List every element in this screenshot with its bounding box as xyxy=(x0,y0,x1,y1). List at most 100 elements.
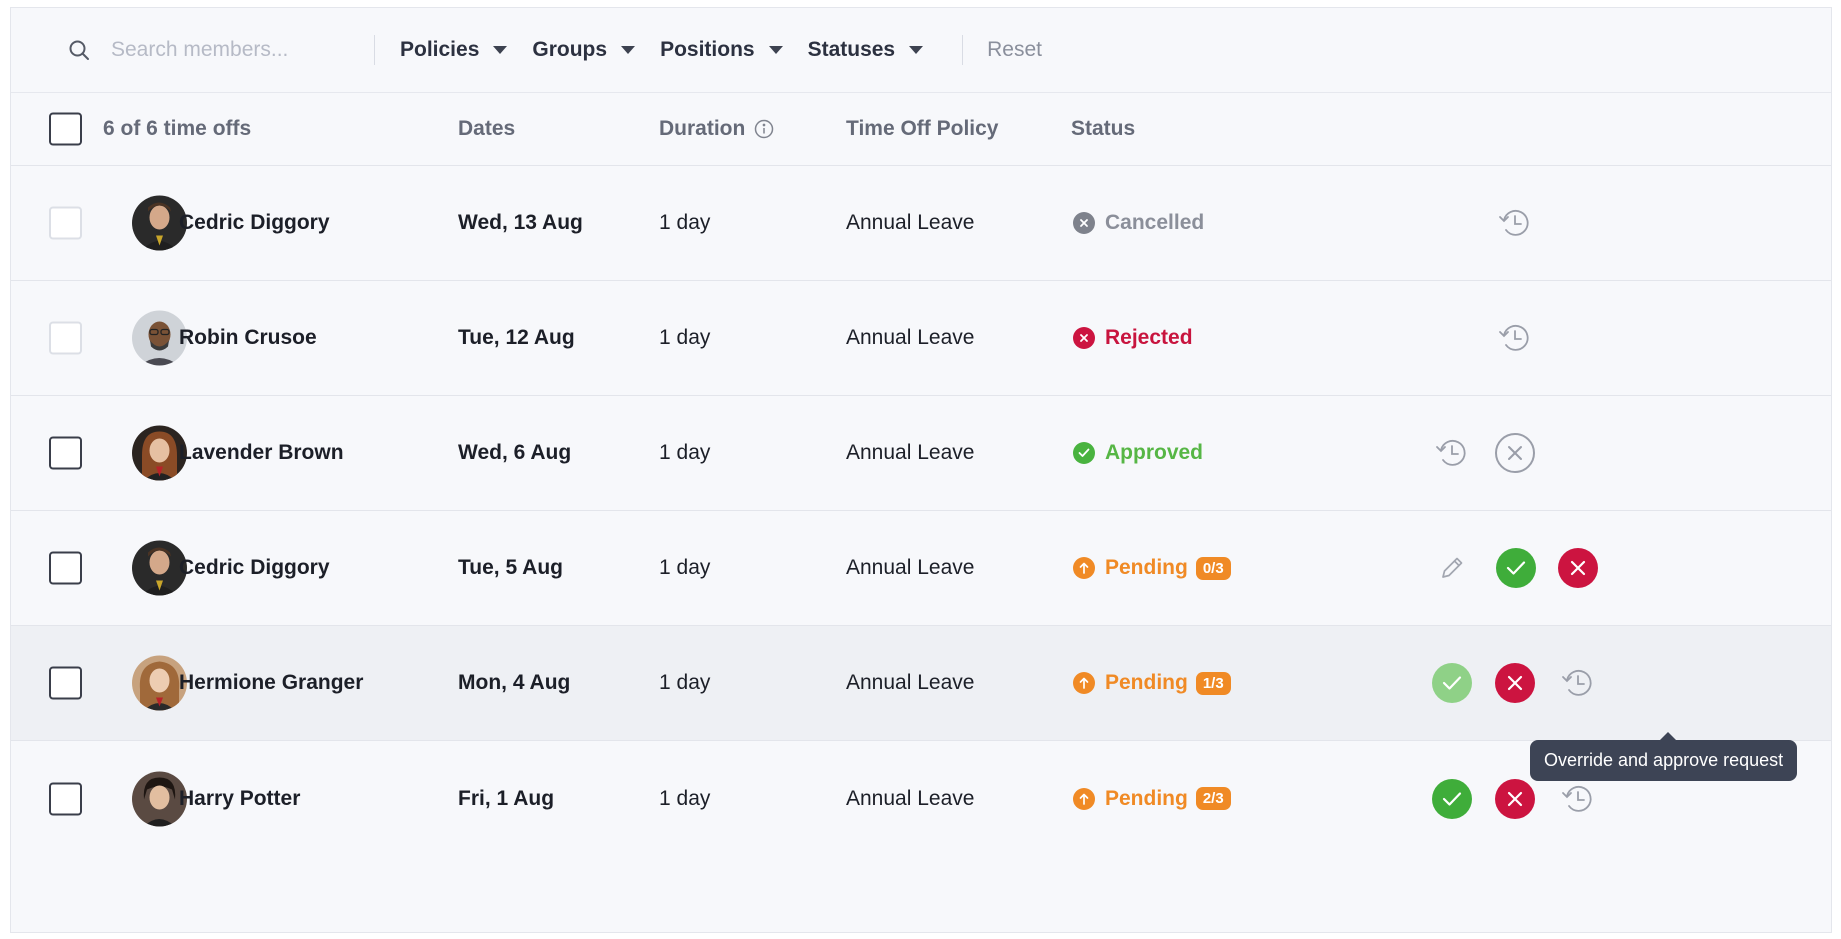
row-checkbox[interactable] xyxy=(49,666,82,700)
history-button[interactable] xyxy=(1432,433,1472,473)
chevron-down-icon xyxy=(909,46,924,54)
edit-button[interactable] xyxy=(1432,548,1472,588)
time-off-panel: Policies Groups Positions Statuses Reset… xyxy=(10,7,1832,933)
filter-statuses[interactable]: Statuses xyxy=(808,38,924,62)
cancel-request-button[interactable] xyxy=(1495,433,1535,473)
cancelled-icon xyxy=(1073,212,1095,234)
table-row: Cedric Diggory Wed, 13 Aug 1 day Annual … xyxy=(11,166,1831,281)
row-policy: Annual Leave xyxy=(846,671,975,694)
history-icon xyxy=(1562,670,1592,696)
member-name: Harry Potter xyxy=(179,786,301,810)
tooltip: Override and approve request xyxy=(1530,732,1798,781)
check-icon xyxy=(1442,676,1462,690)
row-date: Mon, 4 Aug xyxy=(458,671,571,694)
row-policy: Annual Leave xyxy=(846,326,975,349)
status-badge: Cancelled xyxy=(1073,211,1204,235)
reset-button[interactable]: Reset xyxy=(987,38,1042,62)
row-date: Tue, 5 Aug xyxy=(458,556,563,579)
table-row: Robin Crusoe Tue, 12 Aug 1 day Annual Le… xyxy=(11,281,1831,396)
close-icon xyxy=(1570,560,1586,576)
approved-icon xyxy=(1073,442,1095,464)
arrow-up-icon xyxy=(1073,672,1095,694)
history-button[interactable] xyxy=(1495,203,1535,243)
filter-policies[interactable]: Policies xyxy=(400,38,508,62)
header-status: Status xyxy=(1071,117,1136,140)
table-row: Hermione Granger Mon, 4 Aug 1 day Annual… xyxy=(11,626,1831,741)
row-duration: 1 day xyxy=(659,556,711,579)
member-name: Cedric Diggory xyxy=(179,556,330,579)
pencil-icon xyxy=(1442,557,1463,578)
history-button[interactable] xyxy=(1558,663,1598,703)
arrow-up-icon xyxy=(1073,557,1095,579)
chevron-down-icon xyxy=(621,46,636,54)
close-icon xyxy=(1507,675,1523,691)
row-duration: 1 day xyxy=(659,671,711,694)
header-dates: Dates xyxy=(458,117,516,140)
row-date: Tue, 12 Aug xyxy=(458,326,575,349)
check-icon xyxy=(1442,791,1462,806)
filter-positions[interactable]: Positions xyxy=(660,38,783,62)
row-date: Fri, 1 Aug xyxy=(458,786,555,810)
status-badge: Pending 2/3 xyxy=(1073,787,1231,811)
toolbar-divider xyxy=(962,35,964,65)
header-policy: Time Off Policy xyxy=(846,117,999,140)
history-button[interactable] xyxy=(1495,318,1535,358)
history-icon xyxy=(1499,210,1529,236)
row-duration: 1 day xyxy=(659,786,711,810)
override-approve-button[interactable] xyxy=(1432,663,1472,703)
member-name: Lavender Brown xyxy=(179,441,344,464)
arrow-up-icon xyxy=(1073,787,1095,810)
row-policy: Annual Leave xyxy=(846,786,975,810)
status-badge: Rejected xyxy=(1073,326,1193,350)
filter-groups[interactable]: Groups xyxy=(532,38,636,62)
reject-button[interactable] xyxy=(1495,663,1535,703)
history-icon xyxy=(1499,325,1529,351)
row-policy: Annual Leave xyxy=(846,441,975,464)
close-icon xyxy=(1507,791,1523,806)
status-badge: Approved xyxy=(1073,441,1203,465)
check-icon xyxy=(1506,561,1526,575)
row-policy: Annual Leave xyxy=(846,211,975,234)
search-box xyxy=(11,38,374,62)
approve-button[interactable] xyxy=(1432,778,1472,819)
chevron-down-icon xyxy=(768,46,783,54)
history-icon xyxy=(1436,440,1466,466)
table-row: Lavender Brown Wed, 6 Aug 1 day Annual L… xyxy=(11,396,1831,511)
search-input[interactable] xyxy=(111,38,351,62)
member-name: Robin Crusoe xyxy=(179,326,317,349)
filter-group: Policies Groups Positions Statuses xyxy=(375,38,948,62)
approval-count-badge: 2/3 xyxy=(1195,787,1231,810)
approval-count-badge: 0/3 xyxy=(1195,556,1231,580)
count-label: 6 of 6 time offs xyxy=(103,117,252,140)
row-date: Wed, 13 Aug xyxy=(458,211,583,234)
row-checkbox[interactable] xyxy=(49,551,82,585)
row-duration: 1 day xyxy=(659,441,711,464)
table-row: Cedric Diggory Tue, 5 Aug 1 day Annual L… xyxy=(11,511,1831,626)
status-badge: Pending 1/3 xyxy=(1073,671,1231,695)
approve-button[interactable] xyxy=(1496,548,1536,588)
rejected-icon xyxy=(1073,327,1095,349)
select-all-checkbox[interactable] xyxy=(49,112,82,146)
row-checkbox[interactable] xyxy=(49,321,82,355)
member-name: Cedric Diggory xyxy=(179,211,330,234)
row-checkbox[interactable] xyxy=(49,206,82,240)
history-icon xyxy=(1562,785,1592,812)
row-policy: Annual Leave xyxy=(846,556,975,579)
row-date: Wed, 6 Aug xyxy=(458,441,572,464)
info-icon[interactable] xyxy=(754,119,774,139)
row-checkbox[interactable] xyxy=(49,782,82,815)
row-checkbox[interactable] xyxy=(49,436,82,470)
close-icon xyxy=(1508,446,1522,460)
search-icon xyxy=(69,40,89,60)
approval-count-badge: 1/3 xyxy=(1195,671,1231,695)
history-button[interactable] xyxy=(1558,779,1598,819)
reject-button[interactable] xyxy=(1558,548,1598,588)
member-name: Hermione Granger xyxy=(179,671,364,694)
row-duration: 1 day xyxy=(659,326,711,349)
table-header: 6 of 6 time offs Dates Duration Time Off… xyxy=(11,93,1831,166)
reject-button[interactable] xyxy=(1495,778,1535,819)
status-badge: Pending 0/3 xyxy=(1073,556,1231,580)
row-duration: 1 day xyxy=(659,211,711,234)
filter-toolbar: Policies Groups Positions Statuses Reset xyxy=(11,8,1831,93)
chevron-down-icon xyxy=(493,46,508,54)
